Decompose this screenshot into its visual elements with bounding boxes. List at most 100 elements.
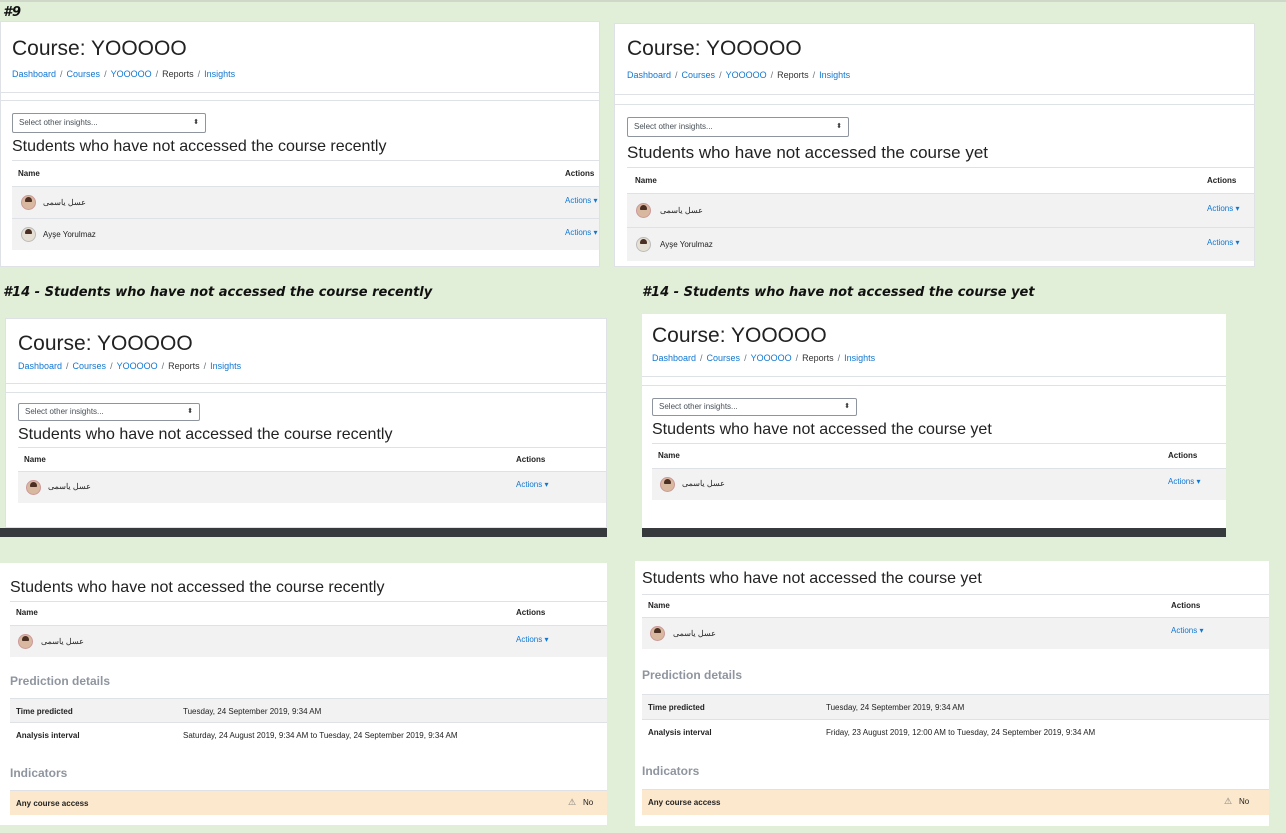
table-row: عسل یاسمی Actions ▾ xyxy=(642,617,1269,649)
breadcrumb: Dashboard / Courses / YOOOOO / Reports / Insight… xyxy=(652,353,876,363)
details-yet: Students who have not accessed the cours… xyxy=(635,561,1269,826)
screenshot-14-recently: Course: YOOOOO Dashboard / Courses / YOOOOO /… xyxy=(5,318,607,528)
breadcrumb-insights[interactable]: Insights xyxy=(819,70,850,80)
insights-select[interactable]: Select other insights... ⬍ xyxy=(18,403,200,421)
indicator-row: Any course access ⚠ No xyxy=(642,789,1269,815)
prediction-details-heading: Prediction details xyxy=(10,674,111,688)
page-title: Course: YOOOOO xyxy=(627,37,802,60)
actions-dropdown[interactable]: Actions ▾ xyxy=(1168,477,1200,486)
avatar[interactable] xyxy=(636,237,651,252)
actions-dropdown[interactable]: Actions ▾ xyxy=(1171,626,1203,635)
screenshot-9-yet: Course: YOOOOO Dashboard / Courses / YOOOOO /… xyxy=(614,23,1255,267)
user-name[interactable]: عسل یاسمی xyxy=(41,637,84,646)
col-name-header: Name xyxy=(24,455,46,464)
avatar[interactable] xyxy=(650,626,665,641)
breadcrumb-courses[interactable]: Courses xyxy=(682,70,716,80)
breadcrumb: Dashboard / Courses / YOOOOO / Reports / Insight… xyxy=(627,70,851,80)
analysis-interval-value: Saturday, 24 August 2019, 9:34 AM to Tue… xyxy=(183,731,458,740)
indicators-heading: Indicators xyxy=(642,764,700,778)
insight-heading: Students who have not accessed the cours… xyxy=(10,579,385,596)
breadcrumb-courses[interactable]: Courses xyxy=(707,353,741,363)
insights-select[interactable]: Select other insights... ⬍ xyxy=(12,113,206,133)
actions-dropdown[interactable]: Actions ▾ xyxy=(565,228,597,237)
insight-heading: Students who have not accessed the cours… xyxy=(12,138,387,155)
breadcrumb-dashboard[interactable]: Dashboard xyxy=(12,69,56,79)
user-name[interactable]: Ayşe Yorulmaz xyxy=(43,230,96,239)
row-divider xyxy=(10,722,607,723)
breadcrumb-insights[interactable]: Insights xyxy=(204,69,235,79)
breadcrumb-course[interactable]: YOOOOO xyxy=(726,70,767,80)
avatar[interactable] xyxy=(21,195,36,210)
col-name-header: Name xyxy=(18,169,40,178)
time-predicted-value: Tuesday, 24 September 2019, 9:34 AM xyxy=(826,703,965,712)
header-divider xyxy=(615,94,1254,95)
insights-select[interactable]: Select other insights... ⬍ xyxy=(627,117,849,137)
prediction-row-time: Time predicted Tuesday, 24 September 201… xyxy=(10,698,607,723)
table-top-border xyxy=(642,594,1269,595)
breadcrumb-dashboard[interactable]: Dashboard xyxy=(627,70,671,80)
indicators-heading: Indicators xyxy=(10,766,68,780)
indicator-name: Any course access xyxy=(16,799,89,808)
insight-heading: Students who have not accessed the cours… xyxy=(18,426,393,443)
table-top-border xyxy=(10,601,607,602)
select-caret-icon: ⬍ xyxy=(187,408,193,415)
page-title: Course: YOOOOO xyxy=(18,332,193,355)
time-predicted-label: Time predicted xyxy=(16,707,73,716)
section-label-14-recently: #14 - Students who have not accessed the… xyxy=(3,285,433,300)
avatar[interactable] xyxy=(660,477,675,492)
col-name-header: Name xyxy=(648,601,670,610)
insight-heading: Students who have not accessed the cours… xyxy=(642,570,982,587)
analysis-interval-label: Analysis interval xyxy=(16,731,80,740)
actions-dropdown[interactable]: Actions ▾ xyxy=(516,635,548,644)
actions-dropdown[interactable]: Actions ▾ xyxy=(1207,238,1239,247)
table-row: عسل یاسمی Actions ▾ xyxy=(627,193,1254,227)
page-title: Course: YOOOOO xyxy=(12,37,187,60)
dark-footer-bar xyxy=(0,528,607,537)
table-row: عسل یاسمی Actions ▾ xyxy=(10,625,607,657)
breadcrumb-reports: Reports xyxy=(777,70,809,80)
user-name[interactable]: عسل یاسمی xyxy=(43,198,86,207)
row-divider xyxy=(642,719,1269,720)
avatar[interactable] xyxy=(21,227,36,242)
breadcrumb-courses[interactable]: Courses xyxy=(67,69,101,79)
col-actions-header: Actions xyxy=(565,169,595,178)
breadcrumb-dashboard[interactable]: Dashboard xyxy=(652,353,696,363)
breadcrumb-course[interactable]: YOOOOO xyxy=(111,69,152,79)
insight-heading: Students who have not accessed the cours… xyxy=(652,421,992,438)
table-top-border xyxy=(12,160,599,161)
indicator-row: Any course access ⚠ No xyxy=(10,790,607,815)
user-name[interactable]: Ayşe Yorulmaz xyxy=(660,240,713,249)
table-top-border xyxy=(627,167,1254,168)
actions-dropdown[interactable]: Actions ▾ xyxy=(1207,204,1239,213)
avatar[interactable] xyxy=(26,480,41,495)
avatar[interactable] xyxy=(636,203,651,218)
user-name[interactable]: عسل یاسمی xyxy=(673,629,716,638)
table-row: Ayşe Yorulmaz Actions ▾ xyxy=(12,218,599,250)
header-divider xyxy=(6,383,606,384)
actions-dropdown[interactable]: Actions ▾ xyxy=(565,196,597,205)
table-row: عسل یاسمی Actions ▾ xyxy=(18,471,606,503)
table-row: Ayşe Yorulmaz Actions ▾ xyxy=(627,227,1254,261)
user-name[interactable]: عسل یاسمی xyxy=(682,479,725,488)
insights-select[interactable]: Select other insights... ⬍ xyxy=(652,398,857,416)
page-title: Course: YOOOOO xyxy=(652,324,827,347)
user-name[interactable]: عسل یاسمی xyxy=(48,482,91,491)
table-row: عسل یاسمی Actions ▾ xyxy=(652,468,1226,500)
breadcrumb-insights[interactable]: Insights xyxy=(844,353,875,363)
breadcrumb: Dashboard / Courses / YOOOOO / Reports / Insight… xyxy=(12,69,236,79)
breadcrumb-reports: Reports xyxy=(802,353,834,363)
avatar[interactable] xyxy=(18,634,33,649)
breadcrumb-courses[interactable]: Courses xyxy=(73,361,107,371)
user-name[interactable]: عسل یاسمی xyxy=(660,206,703,215)
header-divider xyxy=(642,376,1226,377)
actions-dropdown[interactable]: Actions ▾ xyxy=(516,480,548,489)
breadcrumb-insights[interactable]: Insights xyxy=(210,361,241,371)
col-actions-header: Actions xyxy=(1168,451,1198,460)
content-divider xyxy=(642,385,1226,386)
breadcrumb-course[interactable]: YOOOOO xyxy=(751,353,792,363)
breadcrumb-course[interactable]: YOOOOO xyxy=(117,361,158,371)
select-caret-icon: ⬍ xyxy=(836,123,842,130)
breadcrumb-dashboard[interactable]: Dashboard xyxy=(18,361,62,371)
indicator-value: No xyxy=(1239,797,1250,806)
analysis-interval-value: Friday, 23 August 2019, 12:00 AM to Tues… xyxy=(826,728,1096,737)
